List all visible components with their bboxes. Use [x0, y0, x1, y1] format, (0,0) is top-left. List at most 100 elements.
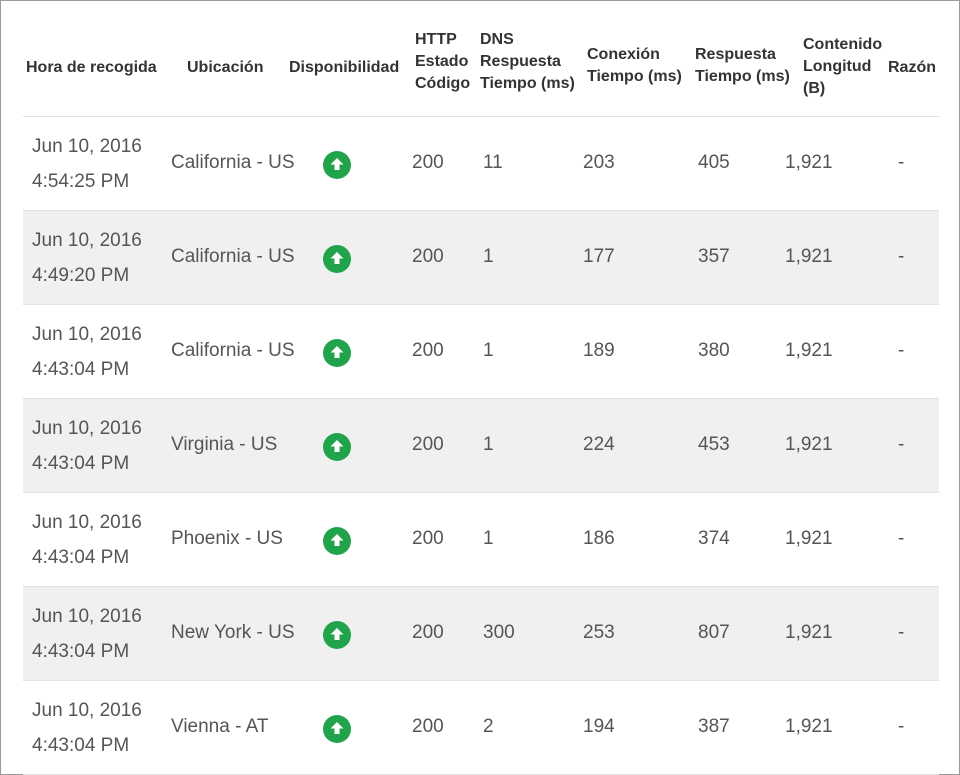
connection-time-cell: 224 [583, 434, 615, 455]
location-cell: Virginia - US [171, 434, 278, 455]
arrow-up-icon [330, 534, 344, 546]
collection-time-cell: Jun 10, 2016 4:54:25 PM [32, 129, 142, 199]
location-cell: Vienna - AT [171, 716, 269, 737]
header-location[interactable]: Ubicación [187, 57, 263, 79]
collection-date: Jun 10, 2016 [32, 512, 142, 533]
collection-date: Jun 10, 2016 [32, 700, 142, 721]
dns-time-cell: 300 [483, 622, 515, 643]
location-cell: California - US [171, 340, 295, 361]
content-length-cell: 1,921 [785, 716, 833, 737]
collection-clock-time: 4:43:04 PM [32, 735, 130, 756]
availability-up-icon [323, 433, 351, 461]
location-cell: Phoenix - US [171, 528, 283, 549]
content-length-cell: 1,921 [785, 246, 833, 267]
header-content-length[interactable]: Contenido Longitud (B) [803, 34, 882, 100]
http-status-cell: 200 [412, 152, 444, 173]
collection-time-cell: Jun 10, 2016 4:43:04 PM [32, 693, 142, 763]
reason-cell: - [898, 434, 905, 455]
dns-time-cell: 1 [483, 528, 494, 549]
content-length-cell: 1,921 [785, 152, 833, 173]
http-status-cell: 200 [412, 340, 444, 361]
header-reason[interactable]: Razón [888, 57, 936, 79]
table-body: Jun 10, 2016 4:54:25 PM California - US … [23, 117, 939, 775]
content-length-cell: 1,921 [785, 340, 833, 361]
results-panel: Hora de recogida Ubicación Disponibilida… [0, 0, 960, 775]
collection-clock-time: 4:49:20 PM [32, 265, 130, 286]
dns-time-cell: 1 [483, 246, 494, 267]
dns-time-cell: 2 [483, 716, 494, 737]
collection-date: Jun 10, 2016 [32, 230, 142, 251]
arrow-up-icon [330, 252, 344, 264]
availability-up-icon [323, 527, 351, 555]
content-length-cell: 1,921 [785, 528, 833, 549]
availability-up-icon [323, 621, 351, 649]
collection-time-cell: Jun 10, 2016 4:43:04 PM [32, 505, 142, 575]
connection-time-cell: 194 [583, 716, 615, 737]
http-status-cell: 200 [412, 246, 444, 267]
collection-time-cell: Jun 10, 2016 4:49:20 PM [32, 223, 142, 293]
arrow-up-icon [330, 346, 344, 358]
table-row[interactable]: Jun 10, 2016 4:54:25 PM California - US … [23, 117, 939, 211]
reason-cell: - [898, 528, 905, 549]
header-response-time[interactable]: Respuesta Tiempo (ms) [695, 44, 790, 88]
response-time-cell: 807 [698, 622, 730, 643]
monitoring-results-table: Hora de recogida Ubicación Disponibilida… [23, 1, 939, 775]
content-length-cell: 1,921 [785, 622, 833, 643]
collection-clock-time: 4:43:04 PM [32, 453, 130, 474]
collection-time-cell: Jun 10, 2016 4:43:04 PM [32, 317, 142, 387]
connection-time-cell: 189 [583, 340, 615, 361]
http-status-cell: 200 [412, 716, 444, 737]
response-time-cell: 374 [698, 528, 730, 549]
reason-cell: - [898, 340, 905, 361]
location-cell: California - US [171, 246, 295, 267]
header-collection-time[interactable]: Hora de recogida [26, 57, 157, 79]
dns-time-cell: 1 [483, 340, 494, 361]
availability-up-icon [323, 245, 351, 273]
response-time-cell: 357 [698, 246, 730, 267]
collection-date: Jun 10, 2016 [32, 324, 142, 345]
http-status-cell: 200 [412, 434, 444, 455]
table-row[interactable]: Jun 10, 2016 4:43:04 PM California - US … [23, 305, 939, 399]
collection-date: Jun 10, 2016 [32, 418, 142, 439]
header-connection-time[interactable]: Conexión Tiempo (ms) [587, 44, 682, 88]
collection-time-cell: Jun 10, 2016 4:43:04 PM [32, 411, 142, 481]
table-row[interactable]: Jun 10, 2016 4:49:20 PM California - US … [23, 211, 939, 305]
table-row[interactable]: Jun 10, 2016 4:43:04 PM Virginia - US 20… [23, 399, 939, 493]
collection-time-cell: Jun 10, 2016 4:43:04 PM [32, 599, 142, 669]
reason-cell: - [898, 716, 905, 737]
collection-clock-time: 4:54:25 PM [32, 171, 130, 192]
http-status-cell: 200 [412, 622, 444, 643]
collection-date: Jun 10, 2016 [32, 136, 142, 157]
header-http-status-code[interactable]: HTTP Estado Código [415, 29, 470, 95]
table-row[interactable]: Jun 10, 2016 4:43:04 PM Vienna - AT 200 … [23, 681, 939, 775]
dns-time-cell: 11 [483, 152, 503, 173]
response-time-cell: 405 [698, 152, 730, 173]
availability-up-icon [323, 151, 351, 179]
dns-time-cell: 1 [483, 434, 494, 455]
collection-clock-time: 4:43:04 PM [32, 547, 130, 568]
location-cell: California - US [171, 152, 295, 173]
response-time-cell: 387 [698, 716, 730, 737]
content-length-cell: 1,921 [785, 434, 833, 455]
table-row[interactable]: Jun 10, 2016 4:43:04 PM New York - US 20… [23, 587, 939, 681]
reason-cell: - [898, 152, 905, 173]
availability-up-icon [323, 339, 351, 367]
response-time-cell: 380 [698, 340, 730, 361]
arrow-up-icon [330, 440, 344, 452]
arrow-up-icon [330, 158, 344, 170]
reason-cell: - [898, 246, 905, 267]
arrow-up-icon [330, 722, 344, 734]
collection-date: Jun 10, 2016 [32, 606, 142, 627]
connection-time-cell: 177 [583, 246, 615, 267]
collection-clock-time: 4:43:04 PM [32, 641, 130, 662]
availability-up-icon [323, 715, 351, 743]
reason-cell: - [898, 622, 905, 643]
table-header: Hora de recogida Ubicación Disponibilida… [23, 1, 939, 117]
table-row[interactable]: Jun 10, 2016 4:43:04 PM Phoenix - US 200… [23, 493, 939, 587]
connection-time-cell: 186 [583, 528, 615, 549]
arrow-up-icon [330, 628, 344, 640]
header-availability[interactable]: Disponibilidad [289, 57, 399, 79]
location-cell: New York - US [171, 622, 295, 643]
connection-time-cell: 203 [583, 152, 615, 173]
header-dns-response-time[interactable]: DNS Respuesta Tiempo (ms) [480, 29, 575, 95]
